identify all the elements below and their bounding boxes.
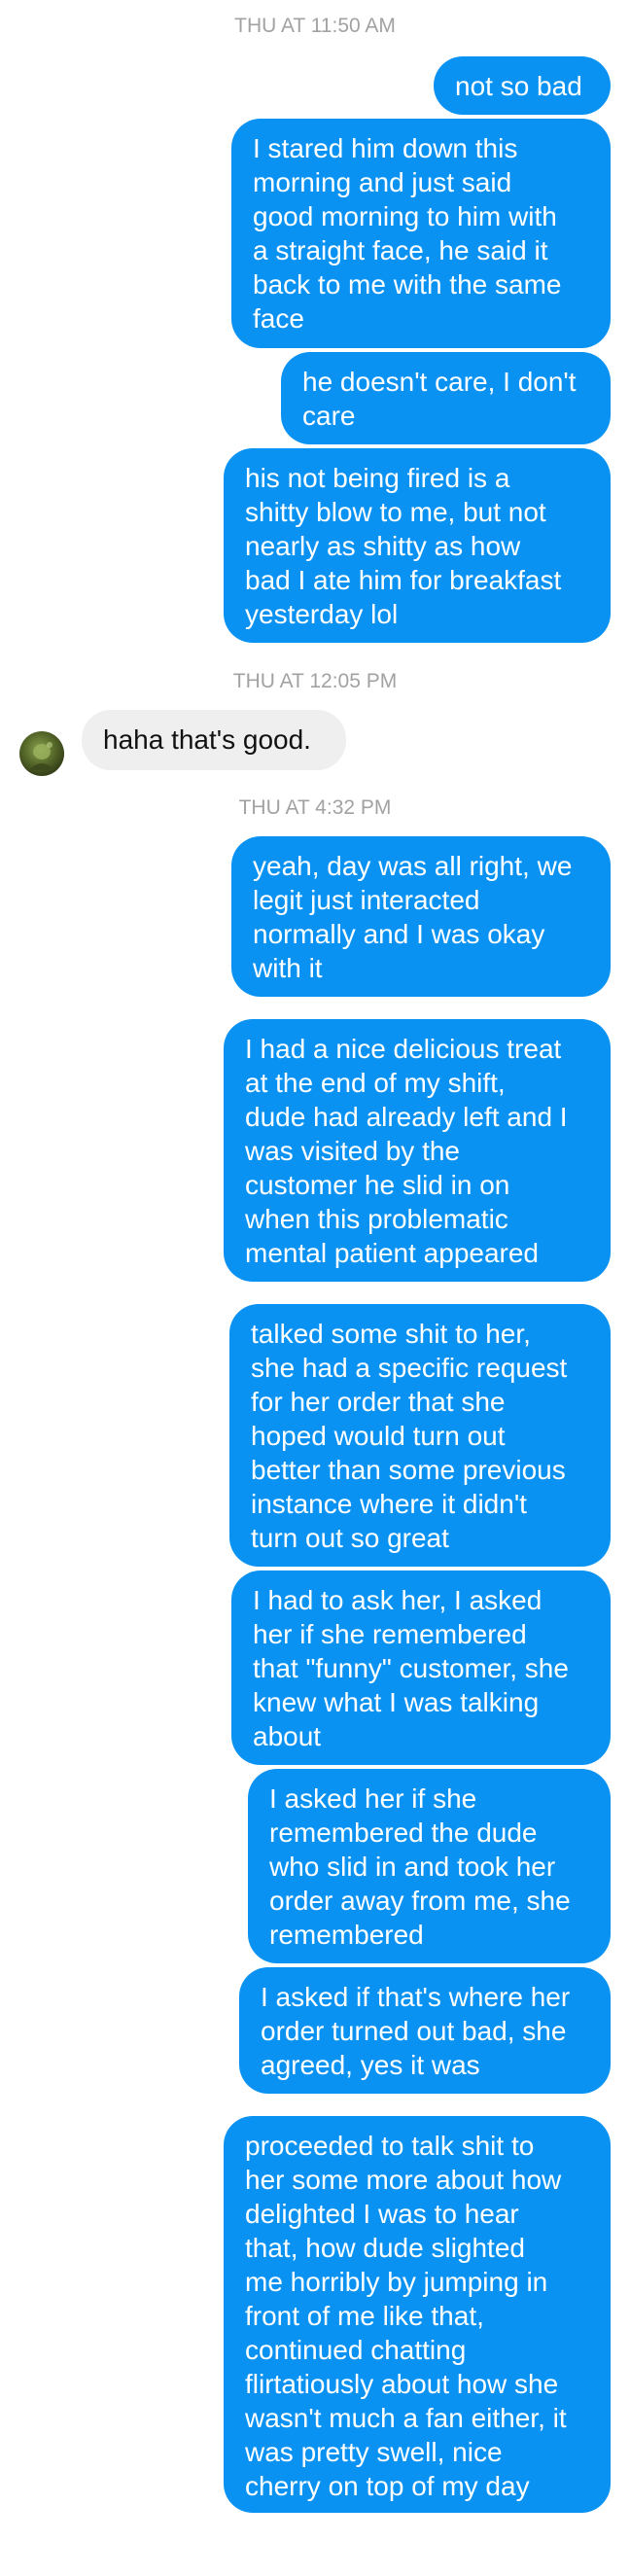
- timestamp: THU AT 12:05 PM: [232, 670, 398, 692]
- message-bubble-outgoing[interactable]: I stared him down this morning and just …: [231, 119, 611, 348]
- timestamp: THU AT 4:32 PM: [238, 796, 392, 819]
- message-bubble-outgoing[interactable]: talked some shit to her, she had a speci…: [229, 1304, 611, 1567]
- message-bubble-outgoing[interactable]: I had a nice delicious treat at the end …: [224, 1019, 611, 1282]
- message-bubble-outgoing[interactable]: I asked if that's where her order turned…: [239, 1967, 611, 2094]
- message-bubble-outgoing[interactable]: proceeded to talk shit to her some more …: [224, 2116, 611, 2513]
- message-bubble-outgoing[interactable]: yeah, day was all right, we legit just i…: [231, 836, 611, 997]
- message-bubble-outgoing[interactable]: he doesn't care, I don't care: [281, 352, 611, 444]
- message-bubble-outgoing[interactable]: his not being fired is a shitty blow to …: [224, 448, 611, 643]
- message-bubble-outgoing[interactable]: not so bad: [434, 56, 611, 115]
- message-bubble-incoming[interactable]: haha that's good.: [82, 710, 346, 770]
- contact-avatar-icon[interactable]: [19, 731, 64, 776]
- timestamp: THU AT 11:50 AM: [234, 15, 396, 37]
- message-thread: THU AT 11:50 AM not so bad I stared him …: [0, 0, 630, 2576]
- message-bubble-outgoing[interactable]: I had to ask her, I asked her if she rem…: [231, 1570, 611, 1765]
- message-bubble-outgoing[interactable]: I asked her if she remembered the dude w…: [248, 1769, 611, 1963]
